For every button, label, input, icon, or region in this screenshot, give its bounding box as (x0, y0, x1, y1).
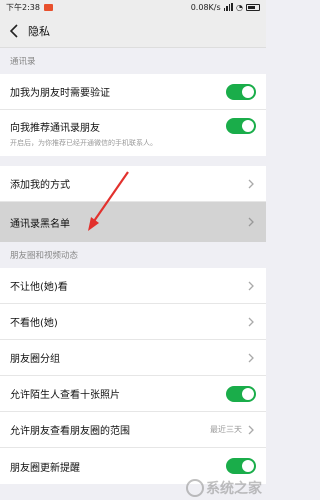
nav-bar: 隐私 (0, 14, 266, 48)
chevron-right-icon (246, 316, 256, 328)
row-verify: 加我为朋友时需要验证 (0, 74, 266, 110)
row-label: 不让他(她)看 (10, 282, 68, 293)
section-header-contacts: 通讯录 (10, 57, 36, 67)
row-label: 朋友圈更新提醒 (10, 462, 80, 474)
back-button[interactable] (6, 21, 22, 41)
update-remind-toggle[interactable] (226, 458, 256, 474)
row-blacklist[interactable]: 通讯录黑名单 (0, 202, 266, 242)
moments-group: 不让他(她)看 不看他(她) 朋友圈分组 允许陌生人查看十张照片 允许朋友查看朋… (0, 268, 266, 484)
stranger-photos-toggle[interactable] (226, 385, 256, 402)
watermark-logo-icon (186, 479, 204, 497)
row-add-method[interactable]: 添加我的方式 (0, 166, 266, 202)
watermark-text: 系统之家 (206, 481, 262, 497)
row-dont-see[interactable]: 不看他(她) (0, 304, 266, 340)
chevron-right-icon (246, 178, 256, 190)
recommend-toggle[interactable] (226, 118, 256, 134)
status-bar: 下午2:38 0.08K/s ◔ (0, 0, 266, 14)
row-label: 添加我的方式 (10, 180, 70, 191)
contacts-group: 加我为朋友时需要验证 向我推荐通讯录朋友 开启后，为你推荐已经开通微信的手机联系… (0, 74, 266, 156)
status-right: 0.08K/s ◔ (191, 3, 260, 12)
page-title: 隐私 (28, 24, 50, 38)
battery-icon (246, 3, 260, 11)
status-left: 下午2:38 (6, 2, 53, 13)
row-moments-group[interactable]: 朋友圈分组 (0, 340, 266, 376)
row-friend-view-range[interactable]: 允许朋友查看朋友圈的范围 最近三天 (0, 412, 266, 448)
chevron-right-icon (246, 216, 256, 228)
add-method-group: 添加我的方式 通讯录黑名单 (0, 166, 266, 242)
row-hide-from[interactable]: 不让他(她)看 (0, 268, 266, 304)
row-label: 加我为朋友时需要验证 (10, 88, 110, 99)
friend-view-value: 最近三天 (210, 425, 242, 434)
row-label: 通讯录黑名单 (10, 218, 70, 230)
signal-icon (223, 3, 234, 11)
chevron-left-icon (10, 23, 18, 38)
status-time: 下午2:38 (6, 2, 40, 12)
verify-toggle[interactable] (226, 83, 256, 100)
wifi-icon: ◔ (236, 2, 243, 12)
network-speed: 0.08K/s (190, 2, 221, 12)
section-header-moments: 朋友圈和视频动态 (10, 251, 79, 261)
row-label: 允许陌生人查看十张照片 (10, 390, 120, 401)
notification-icon (43, 3, 53, 11)
row-label: 允许朋友查看朋友圈的范围 (10, 426, 130, 437)
row-label: 不看他(她) (10, 318, 58, 329)
row-label: 朋友圈分组 (10, 354, 60, 365)
chevron-right-icon (246, 424, 256, 436)
chevron-right-icon (246, 352, 256, 364)
row-description: 开启后，为你推荐已经开通微信的手机联系人。 (10, 139, 157, 147)
watermark: 系统之家 (186, 478, 262, 498)
chevron-right-icon (246, 280, 256, 292)
row-recommend: 向我推荐通讯录朋友 开启后，为你推荐已经开通微信的手机联系人。 (0, 110, 266, 156)
row-stranger-photos: 允许陌生人查看十张照片 (0, 376, 266, 412)
row-label: 向我推荐通讯录朋友 (10, 122, 100, 134)
